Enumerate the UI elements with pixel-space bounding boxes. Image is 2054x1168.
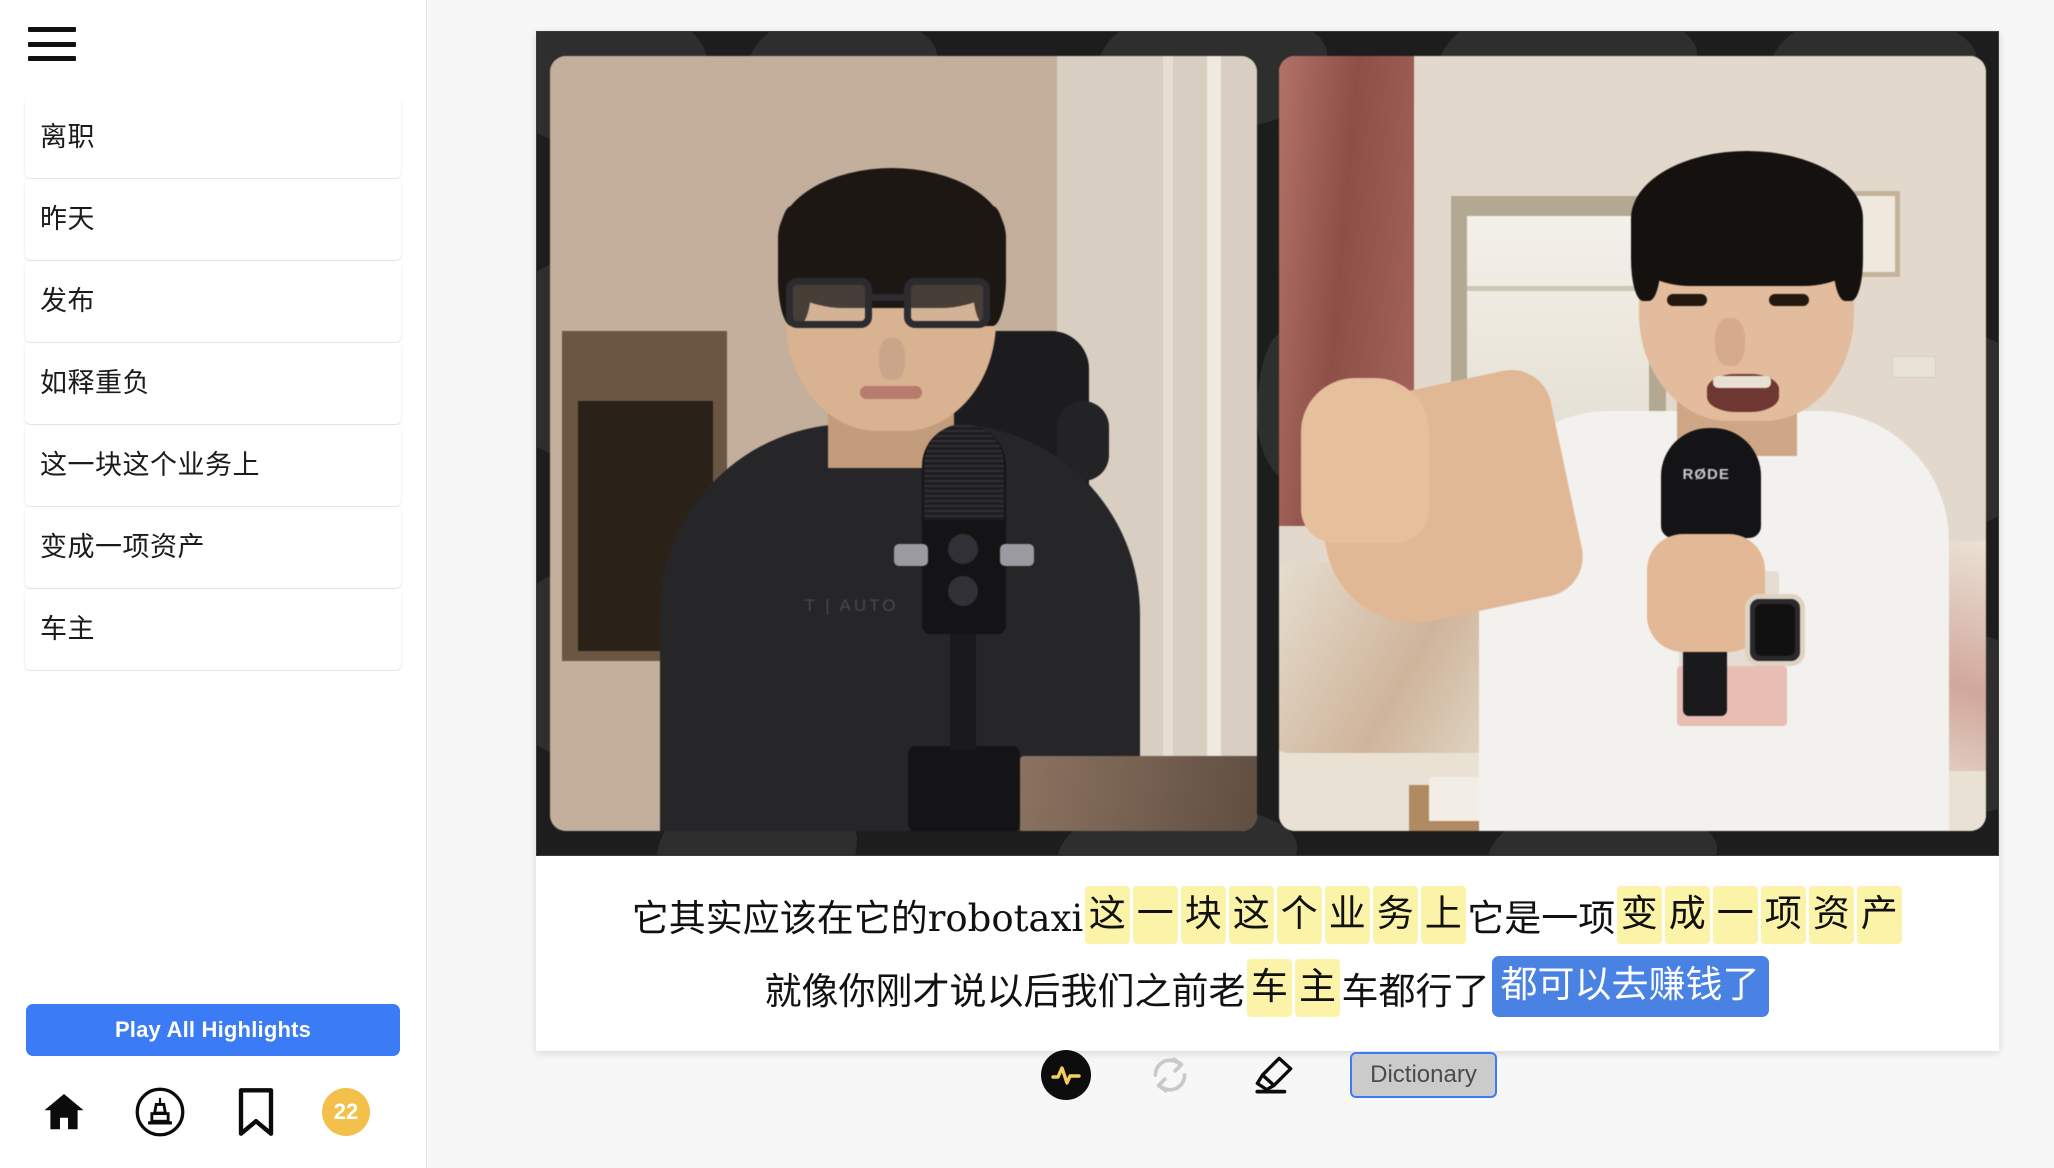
highlight-list-item[interactable]: 如释重负 bbox=[25, 343, 401, 424]
subtitle-highlight-blue[interactable]: 都可以去赚钱了 bbox=[1491, 955, 1769, 1017]
highlighter-marker-icon[interactable] bbox=[1246, 1047, 1302, 1103]
scene-mic-base bbox=[907, 746, 1020, 831]
subtitle-line-2[interactable]: 就像你刚才说以后我们之前老车主车都行了 都可以去赚钱了 bbox=[576, 955, 1959, 1017]
subtitle-line-1[interactable]: 它其实应该在它的 robotaxi 这一块这个业务上 它是一项变成一项资产 bbox=[576, 886, 1959, 944]
loop-repeat-icon[interactable] bbox=[1142, 1047, 1198, 1103]
bookmark-icon[interactable] bbox=[226, 1082, 286, 1142]
scene-wall-socket bbox=[1891, 356, 1936, 378]
speaker-left-video[interactable]: T | AUTO bbox=[549, 56, 1257, 831]
subtitle-highlight-yellow[interactable]: 业 bbox=[1324, 886, 1370, 944]
subtitle-highlight-yellow[interactable]: 变 bbox=[1616, 886, 1662, 944]
subtitle-highlight-yellow[interactable]: 一 bbox=[1132, 886, 1178, 944]
scene-glasses bbox=[785, 278, 998, 328]
home-icon[interactable] bbox=[34, 1082, 94, 1142]
highlight-list-item[interactable]: 变成一项资产 bbox=[25, 507, 401, 588]
hamburger-menu-icon[interactable] bbox=[28, 27, 76, 61]
subtitle-text[interactable]: 就像你刚才说以后我们之前老 bbox=[765, 967, 1246, 1017]
scene-person-teeth bbox=[1712, 376, 1771, 388]
highlights-list: 离职昨天发布如释重负这一块这个业务上 变成一项资产 车主 bbox=[0, 97, 426, 671]
video-region[interactable]: T | AUTO RØDE bbox=[536, 31, 1999, 856]
player-toolbar: Dictionary bbox=[536, 1035, 1999, 1115]
scene-door-panel bbox=[1162, 56, 1173, 831]
highlight-count-badge[interactable]: 22 bbox=[322, 1088, 370, 1136]
highlight-list-item[interactable]: 车主 bbox=[25, 589, 401, 670]
subtitle-highlight-yellow[interactable]: 个 bbox=[1276, 886, 1322, 944]
bottom-nav: 22 bbox=[0, 1056, 426, 1168]
sidebar: 离职昨天发布如释重负这一块这个业务上 变成一项资产 车主 Play All High… bbox=[0, 0, 426, 1168]
highlight-item-label: 这一块这个业务上 bbox=[40, 450, 260, 481]
main-content: T | AUTO RØDE 它其实应该在它的 robotaxi 这 一 块 这 … bbox=[426, 0, 2054, 1168]
hamburger-bar bbox=[28, 41, 76, 47]
scene-person-mouth bbox=[859, 386, 922, 399]
subtitle-highlight-yellow[interactable]: 产 bbox=[1856, 886, 1902, 944]
speaker-right-video[interactable]: RØDE bbox=[1278, 56, 1986, 831]
subtitle-highlight-yellow[interactable]: 车 bbox=[1247, 958, 1292, 1017]
hamburger-bar bbox=[28, 56, 76, 61]
scene-smartwatch-face bbox=[1754, 604, 1795, 656]
highlight-list-item[interactable]: 发布 bbox=[25, 261, 401, 342]
scene-mic-knob bbox=[947, 534, 978, 564]
scene-glasses-bridge bbox=[871, 294, 904, 301]
highlight-item-label: 发布 bbox=[40, 286, 95, 317]
scene-mic-stem bbox=[949, 630, 976, 750]
scene-person-hand bbox=[1300, 378, 1429, 543]
subtitle-text[interactable]: 车都行了 bbox=[1342, 967, 1490, 1017]
subtitle-highlight-yellow[interactable]: 资 bbox=[1808, 886, 1854, 944]
hamburger-bar bbox=[28, 27, 76, 32]
waveform-activity-icon[interactable] bbox=[1038, 1047, 1094, 1103]
highlight-item-label: 离职 bbox=[40, 122, 95, 153]
subtitle-text[interactable]: 它其实应该在它的 bbox=[632, 894, 928, 944]
scene-window-mullion bbox=[1466, 286, 1649, 291]
highlight-list-item[interactable]: 这一块这个业务上 bbox=[25, 425, 401, 506]
subtitle-highlight-yellow[interactable]: 项 bbox=[1760, 886, 1806, 944]
scene-mic-mount bbox=[893, 544, 928, 566]
subtitle-text[interactable]: 它是一项 bbox=[1467, 894, 1615, 944]
scene-door-panel bbox=[1206, 56, 1221, 831]
scene-person-hair bbox=[1630, 151, 1863, 286]
video-player-card: T | AUTO RØDE 它其实应该在它的 robotaxi 这 一 块 这 … bbox=[536, 31, 1999, 1051]
subtitle-highlight-yellow[interactable]: 一 bbox=[1712, 886, 1758, 944]
subtitle-panel: 它其实应该在它的 robotaxi 这一块这个业务上 它是一项变成一项资产 就像你刚… bbox=[536, 856, 1999, 1051]
scene-glasses-lens bbox=[785, 278, 872, 328]
dictionary-button[interactable]: Dictionary bbox=[1350, 1052, 1497, 1098]
scene-person-eye bbox=[1768, 294, 1809, 306]
scene-mic-mount bbox=[999, 544, 1034, 566]
scene-person-nose bbox=[1714, 318, 1745, 366]
highlight-list-item[interactable]: 昨天 bbox=[25, 179, 401, 260]
highlight-item-label: 变成一项资产 bbox=[40, 532, 205, 563]
subtitle-highlight-yellow[interactable]: 上 bbox=[1420, 886, 1466, 944]
app-root: 离职 昨天 发布 如释重负 这一块这个业务上 变成一项资产 车主 Play All High… bbox=[0, 0, 2054, 1168]
subtitle-highlight-yellow[interactable]: 务 bbox=[1372, 886, 1418, 944]
subtitle-highlight-yellow[interactable]: 成 bbox=[1664, 886, 1710, 944]
scene-mic-brand-label: RØDE bbox=[1682, 466, 1730, 483]
scene-tshirt-print: T | AUTO bbox=[804, 596, 899, 615]
scene-mic-knob bbox=[947, 576, 978, 606]
scene-person-hair bbox=[1630, 196, 1661, 301]
highlight-item-label: 如释重负 bbox=[40, 368, 150, 399]
scene-person-hair bbox=[1832, 196, 1863, 301]
play-all-highlights-button[interactable]: Play All Highlights bbox=[26, 1004, 400, 1056]
scene-glasses-lens bbox=[903, 278, 990, 328]
highlight-item-label: 昨天 bbox=[40, 204, 95, 235]
subtitle-highlight-yellow[interactable]: 主 bbox=[1295, 958, 1340, 1017]
subtitle-highlight-yellow[interactable]: 这 bbox=[1228, 886, 1274, 944]
highlighter-circle-icon[interactable] bbox=[130, 1082, 190, 1142]
waveform-circle bbox=[1041, 1050, 1092, 1100]
subtitle-text[interactable]: robotaxi bbox=[928, 894, 1084, 944]
scene-person-nose bbox=[878, 338, 905, 380]
subtitle-highlight-yellow[interactable]: 这 bbox=[1084, 886, 1130, 944]
highlight-list-item[interactable]: 离职 bbox=[25, 97, 401, 178]
scene-person-eye bbox=[1666, 294, 1707, 306]
scene-microphone bbox=[1660, 428, 1761, 538]
scene-mic-grill bbox=[923, 424, 1004, 520]
subtitle-highlight-yellow[interactable]: 块 bbox=[1180, 886, 1226, 944]
highlight-item-label: 车主 bbox=[40, 614, 95, 645]
scene-desk-item bbox=[1019, 756, 1257, 831]
